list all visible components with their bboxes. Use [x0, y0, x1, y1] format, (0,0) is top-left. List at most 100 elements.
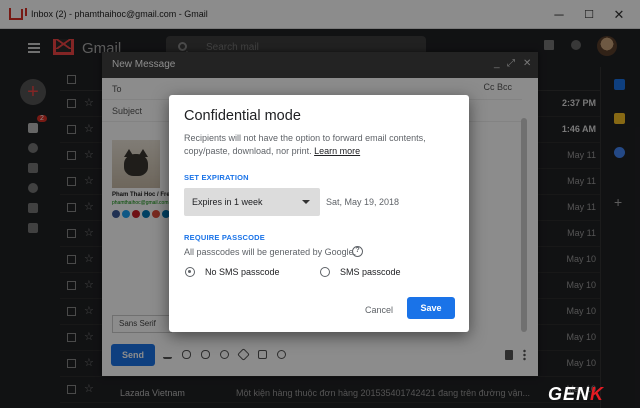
expiration-date: Sat, May 19, 2018 — [326, 197, 400, 207]
right-sidebar: + — [600, 67, 640, 408]
emoji-icon[interactable] — [220, 350, 229, 359]
row-date: May 10 — [566, 254, 596, 264]
expiration-select[interactable]: Expires in 1 week — [184, 188, 320, 216]
save-button[interactable]: Save — [407, 297, 455, 319]
twitter-icon[interactable] — [122, 210, 130, 218]
compose-scrollbar[interactable] — [521, 118, 527, 332]
watermark-accent: K — [590, 384, 605, 404]
no-sms-radio[interactable] — [185, 267, 195, 277]
snoozed-icon[interactable] — [28, 143, 38, 153]
keep-icon[interactable] — [614, 113, 625, 124]
drive-icon[interactable] — [237, 348, 250, 361]
gmail-logo[interactable] — [53, 39, 74, 55]
star-icon[interactable]: ☆ — [84, 148, 94, 161]
gmail-logo-icon — [9, 7, 27, 20]
row-date: 1:46 AM — [561, 124, 596, 134]
row-date: 2:37 PM — [561, 98, 596, 108]
to-label: To — [112, 84, 122, 94]
row-checkbox[interactable] — [67, 99, 76, 108]
compose-minimize-icon[interactable]: _ — [494, 58, 500, 69]
trash-icon[interactable] — [505, 350, 513, 360]
star-icon[interactable]: ☆ — [84, 252, 94, 265]
star-icon[interactable]: ☆ — [84, 96, 94, 109]
close-window-button[interactable]: ✕ — [604, 0, 634, 29]
row-date: May 11 — [567, 150, 596, 160]
row-checkbox[interactable] — [67, 151, 76, 160]
expiration-value: Expires in 1 week — [192, 197, 263, 207]
calendar-icon[interactable] — [614, 79, 625, 90]
notifications-icon[interactable] — [571, 40, 581, 50]
select-all-checkbox[interactable] — [67, 75, 76, 84]
row-checkbox[interactable] — [67, 281, 76, 290]
googleplus-icon[interactable] — [152, 210, 160, 218]
row-checkbox[interactable] — [67, 385, 76, 394]
important-icon[interactable] — [28, 183, 38, 193]
search-icon[interactable] — [178, 42, 187, 51]
more-options-icon[interactable] — [523, 349, 526, 361]
label-icon[interactable] — [28, 223, 38, 233]
row-date: May 11 — [567, 228, 596, 238]
cancel-button[interactable]: Cancel — [357, 300, 401, 320]
formatting-icon[interactable] — [163, 350, 172, 359]
sent-icon[interactable] — [28, 163, 38, 173]
row-checkbox[interactable] — [67, 203, 76, 212]
star-icon[interactable]: ☆ — [84, 304, 94, 317]
cc-bcc-link[interactable]: Cc Bcc — [483, 82, 512, 92]
attach-icon[interactable] — [182, 350, 191, 359]
row-checkbox[interactable] — [67, 255, 76, 264]
bottom-row-sender[interactable]: Lazada Vietnam — [120, 388, 185, 398]
avatar[interactable] — [597, 36, 617, 56]
inbox-badge: 2 — [37, 115, 47, 122]
dialog-title: Confidential mode — [184, 108, 301, 124]
compose-button[interactable]: + — [20, 79, 46, 105]
photo-icon[interactable] — [258, 350, 267, 359]
learn-more-link[interactable]: Learn more — [314, 146, 360, 156]
menu-icon[interactable] — [28, 43, 40, 53]
star-icon[interactable]: ☆ — [84, 382, 94, 395]
row-checkbox[interactable] — [67, 229, 76, 238]
star-icon[interactable]: ☆ — [84, 356, 94, 369]
dialog-description: Recipients will not have the option to f… — [184, 132, 459, 158]
facebook-icon[interactable] — [112, 210, 120, 218]
description-text: Recipients will not have the option to f… — [184, 133, 426, 156]
star-icon[interactable]: ☆ — [84, 200, 94, 213]
row-checkbox[interactable] — [67, 177, 76, 186]
window-title: Inbox (2) - phamthaihoc@gmail.com - Gmai… — [31, 9, 208, 19]
subject-label: Subject — [112, 106, 143, 116]
set-expiration-heading: SET EXPIRATION — [184, 173, 249, 182]
no-sms-label[interactable]: No SMS passcode — [205, 267, 280, 277]
add-addon-icon[interactable]: + — [614, 195, 625, 209]
apps-grid-icon[interactable] — [544, 40, 554, 50]
star-icon[interactable]: ☆ — [84, 226, 94, 239]
help-icon[interactable]: ? — [352, 246, 363, 257]
link-icon[interactable] — [201, 350, 210, 359]
row-date: May 11 — [567, 176, 596, 186]
watermark-text: GEN — [548, 384, 591, 404]
star-icon[interactable]: ☆ — [84, 174, 94, 187]
row-checkbox[interactable] — [67, 307, 76, 316]
font-select[interactable]: Sans Serif — [112, 315, 172, 333]
minimize-button[interactable]: ─ — [544, 0, 574, 29]
star-icon[interactable]: ☆ — [84, 122, 94, 135]
compose-expand-icon[interactable]: ⤢ — [507, 58, 515, 69]
star-icon[interactable]: ☆ — [84, 330, 94, 343]
row-checkbox[interactable] — [67, 359, 76, 368]
tasks-icon[interactable] — [614, 147, 625, 158]
bottom-row-subject[interactable]: Một kiện hàng thuộc đơn hàng 20153540174… — [236, 388, 530, 398]
sms-radio[interactable] — [320, 267, 330, 277]
sms-label[interactable]: SMS passcode — [340, 267, 401, 277]
star-icon[interactable]: ☆ — [84, 278, 94, 291]
row-checkbox[interactable] — [67, 333, 76, 342]
linkedin-icon[interactable] — [142, 210, 150, 218]
confidential-icon[interactable] — [277, 350, 286, 359]
row-checkbox[interactable] — [67, 125, 76, 134]
inbox-icon[interactable] — [28, 123, 38, 133]
maximize-button[interactable]: ☐ — [574, 0, 604, 29]
send-button[interactable]: Send — [111, 344, 155, 366]
pinterest-icon[interactable] — [132, 210, 140, 218]
compose-close-icon[interactable]: ✕ — [523, 58, 531, 69]
row-date: May 11 — [567, 202, 596, 212]
dropdown-caret-icon — [302, 200, 310, 204]
drafts-icon[interactable] — [28, 203, 38, 213]
confidential-mode-dialog: Confidential mode Recipients will not ha… — [169, 95, 469, 332]
